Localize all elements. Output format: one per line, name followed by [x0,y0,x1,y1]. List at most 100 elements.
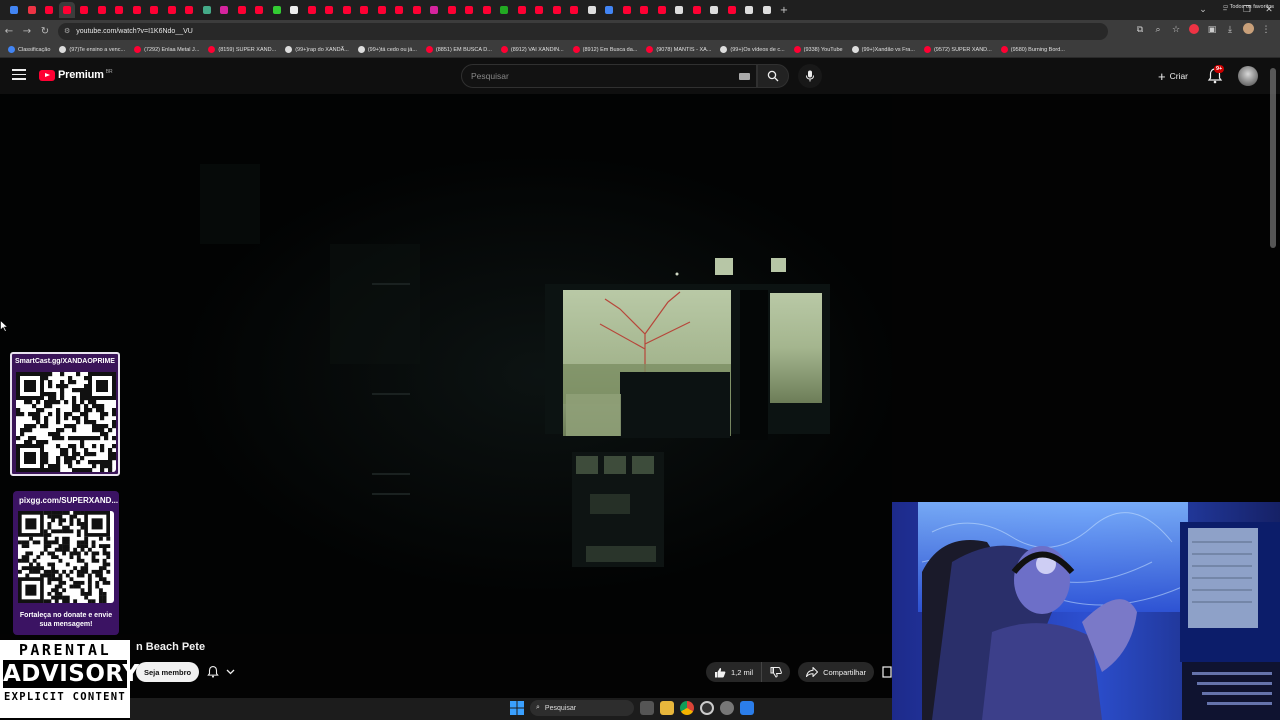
browser-tab[interactable] [356,2,372,18]
zoom-icon[interactable]: ⌕ [1152,25,1164,35]
app-icon[interactable] [740,701,754,715]
browser-tab[interactable] [496,2,512,18]
search-input[interactable] [471,71,721,81]
bookmark-item[interactable]: (9580) Burning Bord... [1000,46,1065,53]
bookmark-item[interactable]: (7292) Enlaa Metal J... [134,46,199,53]
profile-icon[interactable] [1242,23,1254,37]
browser-tab[interactable] [216,2,232,18]
youtube-logo[interactable]: Premium BR [39,69,113,81]
browser-tab[interactable] [461,2,477,18]
bookmark-item[interactable]: (8912) Em Busca da... [572,46,637,53]
browser-tab[interactable] [724,2,740,18]
file-explorer-icon[interactable] [660,701,674,715]
browser-tab[interactable] [58,2,75,18]
like-button[interactable]: 1,2 mil [706,662,763,682]
bookmark-item[interactable]: (99+)tá cedo ou já... [357,46,417,53]
taskbar-search[interactable]: ⌕ Pesquisar [530,700,634,716]
browser-tab[interactable] [706,2,722,18]
url-text[interactable]: youtube.com/watch?v=I1K6Ndo__VU [76,28,193,35]
browser-tab[interactable] [689,2,705,18]
browser-tab[interactable] [759,2,775,18]
menu-dots-icon[interactable]: ⋮ [1260,25,1272,35]
forward-icon[interactable]: → [18,26,36,37]
subscription-notifications-button[interactable] [206,663,235,681]
reload-icon[interactable]: ↻ [36,26,54,37]
bookmark-item[interactable]: Classificação [8,46,50,53]
video-player[interactable] [0,94,892,634]
task-view-icon[interactable] [640,701,654,715]
share-button[interactable]: Compartilhar [798,662,875,682]
browser-tab[interactable] [619,2,635,18]
browser-tab[interactable] [584,2,600,18]
bookmark-star-icon[interactable]: ☆ [1170,25,1182,35]
browser-tab[interactable] [199,2,215,18]
browser-tab[interactable] [321,2,337,18]
browser-tab[interactable] [391,2,407,18]
browser-tab[interactable] [636,2,652,18]
bookmark-item[interactable]: (99+)rap do XANDÃ... [285,46,349,53]
browser-tab[interactable] [531,2,547,18]
create-button[interactable]: + Criar [1152,66,1194,86]
chrome-icon[interactable] [680,701,694,715]
browser-tab[interactable] [269,2,285,18]
windows-start-icon[interactable] [510,701,524,715]
account-avatar[interactable] [1238,66,1258,86]
browser-tab[interactable] [111,2,127,18]
browser-tab[interactable] [24,2,40,18]
browser-tab[interactable] [129,2,145,18]
new-tab-icon[interactable]: + [776,2,792,18]
browser-tab[interactable] [286,2,302,18]
keyboard-icon[interactable] [739,73,750,80]
bookmark-item[interactable]: (99+)Os vídeos de c... [720,46,785,53]
browser-tab[interactable] [76,2,92,18]
extension-icon[interactable] [1188,23,1200,37]
browser-tab[interactable] [514,2,530,18]
bookmark-item[interactable]: (99+)Xandão vs Fra... [851,46,915,53]
bookmark-item[interactable]: (8912) VAI XANDIN... [500,46,564,53]
tab-search-icon[interactable]: ⌄ [1192,5,1214,15]
browser-tab[interactable] [741,2,757,18]
browser-tab[interactable] [41,2,57,18]
browser-tab[interactable] [671,2,687,18]
bookmark-item[interactable]: (97)Te ensino a venc... [59,46,125,53]
bookmark-item[interactable]: (9338) YouTube [793,46,843,53]
page-scrollbar[interactable] [1270,68,1276,248]
browser-tab[interactable] [251,2,267,18]
bookmark-item[interactable]: (9078) MANTIS - XA... [646,46,711,53]
settings-icon[interactable] [720,701,734,715]
browser-tab[interactable] [601,2,617,18]
browser-tab[interactable] [566,2,582,18]
downloads-icon[interactable]: ⤓ [1224,25,1236,35]
browser-tab[interactable] [409,2,425,18]
browser-tab[interactable] [444,2,460,18]
browser-tab[interactable] [234,2,250,18]
omnibox[interactable]: ⚙ youtube.com/watch?v=I1K6Ndo__VU [58,22,1108,40]
browser-tab[interactable] [146,2,162,18]
browser-tab[interactable] [374,2,390,18]
install-app-icon[interactable]: ⧉ [1134,25,1146,35]
browser-tab[interactable] [94,2,110,18]
browser-tab[interactable] [339,2,355,18]
site-info-icon[interactable]: ⚙ [64,27,70,35]
dislike-button[interactable] [762,662,791,682]
browser-tab[interactable] [6,2,22,18]
bookmark-item[interactable]: (8159) SUPER XAND... [208,46,276,53]
guide-menu-icon[interactable] [12,69,26,83]
bookmark-item[interactable]: (9572) SUPER XAND... [923,46,992,53]
all-bookmarks-button[interactable]: ▭ Todos os favoritos [1223,4,1274,10]
bookmark-item[interactable]: (8851) EM BUSCA D... [425,46,492,53]
obs-icon[interactable] [700,701,714,715]
search-box[interactable] [461,64,757,88]
browser-tab[interactable] [181,2,197,18]
search-button[interactable] [757,64,789,88]
browser-tab[interactable] [479,2,495,18]
browser-tab[interactable] [549,2,565,18]
join-membership-button[interactable]: Seja membro [136,662,200,682]
side-panel-icon[interactable]: ▣ [1206,25,1218,35]
back-icon[interactable]: ← [0,26,18,37]
browser-tab[interactable] [426,2,442,18]
browser-tab[interactable] [304,2,320,18]
browser-tab[interactable] [164,2,180,18]
voice-search-button[interactable] [798,64,822,88]
browser-tab[interactable] [654,2,670,18]
